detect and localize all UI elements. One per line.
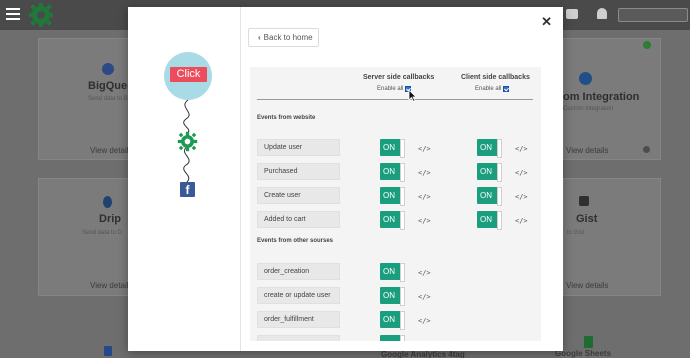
- client-toggle[interactable]: ON: [477, 139, 502, 158]
- view-details-link[interactable]: View details: [566, 146, 609, 155]
- view-details-link[interactable]: View details: [566, 281, 609, 290]
- section-other: Events from other sourses: [257, 238, 334, 244]
- code-icon[interactable]: </>: [418, 269, 431, 277]
- close-icon[interactable]: ✕: [541, 14, 552, 30]
- app-icon: [104, 346, 112, 356]
- back-button-label: Back to home: [263, 33, 313, 42]
- server-column-title: Server side callbacks: [363, 74, 435, 81]
- enable-all-label: Enable all: [377, 86, 404, 92]
- event-row-partial: [257, 335, 340, 341]
- code-icon[interactable]: </>: [418, 217, 431, 225]
- card-gist[interactable]: [563, 178, 661, 296]
- client-toggle[interactable]: ON: [477, 187, 502, 206]
- header-divider: [257, 99, 533, 100]
- callbacks-panel: Server side callbacks Enable all Client …: [250, 67, 541, 341]
- server-enable-all[interactable]: Enable all: [377, 86, 412, 92]
- logo-gear-icon: [29, 3, 53, 27]
- code-icon[interactable]: </>: [515, 145, 528, 153]
- card-title: Drip: [99, 213, 121, 225]
- code-icon[interactable]: </>: [515, 217, 528, 225]
- chevron-left-icon: ‹: [258, 33, 261, 42]
- server-toggle[interactable]: ON: [380, 139, 405, 158]
- code-icon[interactable]: </>: [418, 293, 431, 301]
- event-row: Create user: [257, 187, 340, 204]
- event-row: Update user: [257, 139, 340, 156]
- server-toggle-partial[interactable]: [380, 335, 405, 341]
- connector-line: [183, 99, 190, 183]
- gear-icon[interactable]: [643, 146, 650, 153]
- section-website: Events from website: [257, 115, 316, 121]
- event-row: order_fulfillment: [257, 311, 340, 328]
- client-toggle[interactable]: ON: [477, 163, 502, 182]
- bigquery-icon: [102, 63, 114, 75]
- chat-icon[interactable]: [566, 9, 578, 19]
- code-icon[interactable]: </>: [515, 169, 528, 177]
- user-menu[interactable]: [618, 8, 688, 22]
- back-to-home-button[interactable]: ‹ Back to home: [248, 28, 319, 47]
- card-drip[interactable]: [38, 178, 130, 296]
- client-toggle[interactable]: ON: [477, 211, 502, 230]
- server-toggle[interactable]: ON: [380, 287, 405, 306]
- bell-icon[interactable]: [597, 8, 607, 19]
- client-enable-all-checkbox[interactable]: [503, 86, 510, 92]
- card-subtitle: Send data to D: [82, 230, 123, 236]
- code-icon[interactable]: </>: [515, 193, 528, 201]
- card-subtitle: to Gist: [567, 230, 585, 236]
- server-toggle[interactable]: ON: [380, 187, 405, 206]
- view-details-link[interactable]: View details: [90, 146, 133, 155]
- card-title: om Integration: [563, 91, 640, 103]
- server-toggle[interactable]: ON: [380, 163, 405, 182]
- drip-icon: [103, 196, 112, 208]
- event-row: order_creation: [257, 263, 340, 280]
- facebook-icon: f: [180, 182, 195, 197]
- google-sheets-label: Google Sheets: [555, 349, 612, 358]
- server-toggle[interactable]: ON: [380, 211, 405, 230]
- gear-icon: [177, 131, 198, 152]
- server-toggle[interactable]: ON: [380, 263, 405, 282]
- event-row: Purchased: [257, 163, 340, 180]
- code-icon[interactable]: </>: [418, 193, 431, 201]
- code-icon[interactable]: </>: [418, 317, 431, 325]
- flow-diagram: Click f: [128, 7, 241, 351]
- card-subtitle: Custom integration: [563, 106, 614, 112]
- google-sheets-icon: [584, 336, 593, 348]
- check-icon: [643, 41, 651, 49]
- code-icon[interactable]: </>: [418, 169, 431, 177]
- plus-icon: [579, 72, 592, 85]
- menu-icon[interactable]: [6, 8, 20, 20]
- event-row: Added to cart: [257, 211, 340, 228]
- event-row: create or update user: [257, 287, 340, 304]
- google-analytics-label: Google Analytics 4tag: [381, 350, 465, 358]
- server-toggle[interactable]: ON: [380, 311, 405, 330]
- card-title: Gist: [576, 213, 598, 225]
- code-icon[interactable]: </>: [418, 145, 431, 153]
- enable-all-label: Enable all: [475, 86, 502, 92]
- mouse-cursor-icon: [408, 89, 417, 102]
- client-enable-all[interactable]: Enable all: [475, 86, 510, 92]
- client-column-title: Client side callbacks: [461, 74, 530, 81]
- callbacks-modal: ✕ Click f ‹ Back to home Server side call…: [128, 7, 563, 351]
- gist-icon: [579, 196, 589, 206]
- view-details-link[interactable]: View details: [90, 281, 133, 290]
